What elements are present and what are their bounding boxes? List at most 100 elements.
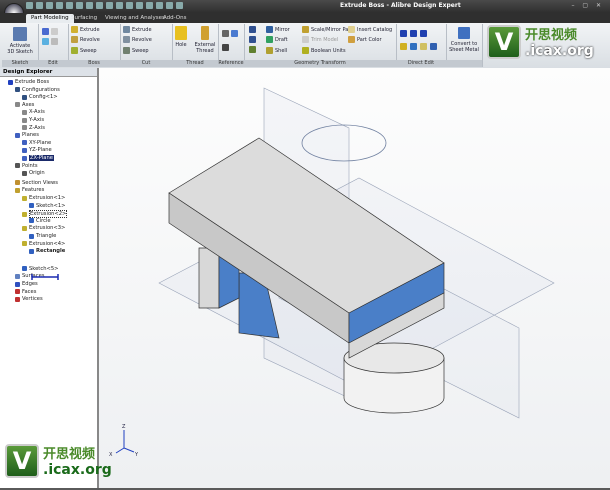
design-explorer: Design Explorer Extrude Boss Configuratio… bbox=[0, 68, 99, 488]
scale-mirror-part-button[interactable]: Scale/Mirror Part bbox=[302, 26, 352, 33]
direct-edit-row1[interactable] bbox=[400, 30, 427, 37]
tree-node[interactable]: Vertices bbox=[15, 296, 43, 302]
reference-point-button[interactable] bbox=[222, 44, 229, 51]
node-icon bbox=[22, 147, 27, 153]
node-label: Points bbox=[22, 162, 38, 169]
watermark-cn: 开思视频 bbox=[525, 28, 578, 43]
tree-node[interactable]: Config<1> bbox=[22, 94, 58, 100]
design-explorer-title: Design Explorer bbox=[0, 68, 97, 77]
node-icon bbox=[22, 241, 27, 247]
node-icon bbox=[22, 170, 27, 176]
node-label: Extrusion<1> bbox=[29, 195, 66, 201]
node-icon bbox=[22, 225, 27, 231]
node-icon bbox=[22, 117, 27, 123]
undo-button[interactable] bbox=[42, 28, 58, 35]
mirror-button[interactable]: Mirror bbox=[266, 26, 290, 33]
tree-node[interactable]: Faces bbox=[15, 289, 36, 295]
fillet-buttons[interactable] bbox=[249, 26, 256, 53]
external-thread-button[interactable]: External Thread bbox=[194, 26, 216, 54]
tree-node[interactable]: X-Axis bbox=[22, 109, 45, 115]
plane-icon bbox=[222, 30, 229, 37]
tree-node[interactable]: XY-Plane bbox=[22, 140, 51, 146]
draft-button[interactable]: Draft bbox=[266, 36, 288, 43]
rollback-bar[interactable] bbox=[30, 273, 60, 281]
hole-button[interactable]: Hole bbox=[175, 26, 187, 48]
tree-node[interactable]: Sketch<5> bbox=[22, 266, 58, 272]
tree-node[interactable]: Rectangle bbox=[29, 248, 65, 254]
tree-node[interactable]: Section Views bbox=[15, 180, 58, 186]
node-label: Y-Axis bbox=[29, 117, 45, 123]
window-title: Extrude Boss - Alibre Design Expert bbox=[340, 2, 461, 9]
cut-extrude-button[interactable]: Extrude bbox=[123, 26, 152, 33]
tree-node[interactable]: Triangle bbox=[29, 233, 56, 239]
boss-revolve-button[interactable]: Revolve bbox=[71, 36, 100, 43]
3d-viewport[interactable]: Z X Y bbox=[99, 68, 610, 488]
tree-node[interactable]: Origin bbox=[22, 170, 45, 176]
tree-node[interactable]: Extrusion<1> bbox=[22, 195, 65, 201]
group-label: Edit bbox=[38, 60, 68, 67]
delete-button[interactable] bbox=[42, 38, 58, 45]
group-label: Geometry Transform bbox=[244, 60, 396, 67]
watermark-logo: V bbox=[487, 24, 521, 59]
node-icon bbox=[29, 203, 34, 209]
move-face-icon bbox=[400, 30, 407, 37]
node-icon bbox=[15, 132, 20, 138]
node-icon bbox=[29, 233, 34, 239]
shell-button[interactable]: Shell bbox=[266, 47, 287, 54]
sketch-icon bbox=[13, 27, 27, 41]
tree-node[interactable]: YZ-Plane bbox=[22, 147, 52, 153]
tree-node[interactable]: Y-Axis bbox=[22, 117, 44, 123]
boss-extrude-button[interactable]: Extrude bbox=[71, 26, 100, 33]
cut-sweep-button[interactable]: Sweep bbox=[123, 47, 149, 54]
window-controls[interactable]: – ▢ ✕ bbox=[571, 2, 604, 9]
folder-icon bbox=[420, 43, 427, 50]
quick-access-toolbar[interactable] bbox=[26, 2, 183, 9]
node-icon bbox=[15, 281, 20, 287]
node-label: Section Views bbox=[22, 179, 58, 186]
convert-to-sheet-metal-button[interactable]: Convert to Sheet Metal bbox=[448, 27, 480, 53]
tree-node[interactable]: Configurations bbox=[15, 87, 60, 93]
direct-edit-row2[interactable] bbox=[400, 43, 437, 50]
node-label: Rectangle bbox=[36, 248, 66, 255]
model-view[interactable]: Z X Y bbox=[99, 68, 610, 488]
trim-model-button[interactable]: Trim Model bbox=[302, 36, 338, 43]
tab-add-ons[interactable]: Add-Ons bbox=[158, 14, 191, 23]
node-label: Faces bbox=[22, 288, 37, 295]
node-label: Z-Axis bbox=[29, 124, 45, 131]
node-icon bbox=[22, 195, 27, 201]
hole-icon bbox=[175, 26, 187, 40]
group-edit: Edit bbox=[38, 24, 69, 67]
node-label: Features bbox=[22, 187, 45, 194]
activate-3d-sketch-button[interactable]: Activate 3D Sketch bbox=[6, 27, 34, 55]
tree-node[interactable]: Extrusion<3> bbox=[22, 225, 65, 231]
tree-node[interactable]: Sketch<1> bbox=[29, 203, 65, 209]
tree-node[interactable]: Z-Axis bbox=[22, 125, 45, 131]
group-sheet-metal: Convert to Sheet Metal bbox=[446, 24, 483, 67]
group-thread: Hole External Thread Thread bbox=[172, 24, 219, 67]
sweep-cut-icon bbox=[123, 47, 130, 54]
tree-node[interactable]: Points bbox=[15, 163, 38, 169]
tree-node[interactable]: Planes bbox=[15, 132, 39, 138]
reference-plane-button[interactable] bbox=[222, 30, 238, 37]
tree-node[interactable]: Features bbox=[15, 187, 44, 193]
tree-node[interactable]: ZX-Plane bbox=[22, 155, 54, 161]
sheet-metal-icon bbox=[458, 27, 470, 39]
tab-surfacing[interactable]: Surfacing bbox=[66, 14, 102, 23]
tree-node[interactable]: Axes bbox=[15, 102, 34, 108]
tree-node[interactable]: Edges bbox=[15, 281, 38, 287]
replace-face-icon bbox=[420, 30, 427, 37]
tree-node[interactable]: Circle bbox=[29, 218, 51, 224]
node-icon bbox=[15, 296, 20, 302]
node-label: X-Axis bbox=[29, 109, 45, 116]
boolean-units-button[interactable]: Boolean Units bbox=[302, 47, 346, 54]
part-color-button[interactable]: Part Color bbox=[348, 36, 382, 43]
cut-revolve-button[interactable]: Revolve bbox=[123, 36, 152, 43]
tree-node[interactable]: Extrude Boss bbox=[8, 79, 49, 85]
insert-catalog-button[interactable]: Insert Catalog bbox=[348, 26, 392, 33]
node-icon bbox=[29, 218, 34, 224]
boss-sweep-button[interactable]: Sweep bbox=[71, 47, 97, 54]
node-label: Circle bbox=[36, 217, 51, 224]
group-label: Boss bbox=[68, 60, 120, 67]
tree-node[interactable]: Extrusion<4> bbox=[22, 241, 65, 247]
chamfer-icon bbox=[249, 36, 256, 43]
